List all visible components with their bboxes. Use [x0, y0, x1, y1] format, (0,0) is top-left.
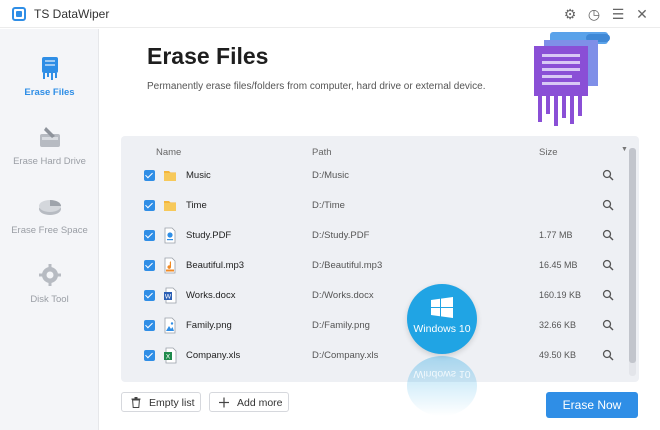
erase-free-space-icon: [39, 200, 61, 215]
plus-icon: [219, 397, 229, 408]
file-size: 32.66 KB: [539, 320, 577, 330]
svg-text:X: X: [166, 353, 171, 361]
image-file-icon: [164, 317, 176, 334]
file-checkbox[interactable]: [144, 290, 155, 301]
file-path: D:/Time: [312, 200, 345, 211]
file-row[interactable]: Music D:/Music: [121, 161, 631, 191]
windows-10-badge: Windows 10: [407, 284, 477, 354]
page-subtitle: Permanently erase files/folders from com…: [147, 81, 486, 92]
file-path: D:/Family.png: [312, 320, 370, 331]
search-icon[interactable]: [602, 289, 614, 301]
file-list-panel: Name Path Size ▼ Music D:/Music Time D:/…: [121, 136, 639, 382]
file-checkbox[interactable]: [144, 200, 155, 211]
search-icon[interactable]: [602, 199, 614, 211]
file-path: D:/Study.PDF: [312, 230, 370, 241]
sidebar-item-label: Erase Files: [24, 87, 75, 98]
badge-text: Windows 10: [413, 323, 471, 335]
search-icon[interactable]: [602, 259, 614, 271]
app-title: TS DataWiper: [34, 7, 110, 21]
file-path: D:/Music: [312, 170, 349, 181]
disk-tool-icon: [39, 264, 61, 286]
search-icon[interactable]: [602, 169, 614, 181]
file-size: 16.45 MB: [539, 260, 578, 270]
sidebar-item-disk-tool[interactable]: Disk Tool: [0, 254, 99, 318]
file-row[interactable]: Study.PDF D:/Study.PDF 1.77 MB: [121, 221, 631, 251]
file-checkbox[interactable]: [144, 320, 155, 331]
windows-logo-icon: [431, 297, 453, 318]
search-icon[interactable]: [602, 229, 614, 241]
sidebar-item-label: Erase Hard Drive: [13, 156, 86, 167]
file-size: 1.77 MB: [539, 230, 573, 240]
file-name: Time: [186, 200, 207, 211]
sidebar-item-erase-free-space[interactable]: Erase Free Space: [0, 185, 99, 249]
sidebar-item-label: Disk Tool: [30, 294, 69, 305]
trash-icon: [131, 397, 141, 408]
file-checkbox[interactable]: [144, 350, 155, 361]
erase-now-button[interactable]: Erase Now: [546, 392, 638, 418]
scrollbar[interactable]: [629, 148, 636, 376]
sort-arrow-icon[interactable]: ▼: [621, 146, 628, 153]
title-bar: TS DataWiper ⚙ ◷ ☰ ✕: [0, 0, 660, 28]
column-header-name[interactable]: Name: [156, 147, 181, 158]
audio-file-icon: [164, 257, 176, 274]
window-controls: ⚙ ◷ ☰ ✕: [560, 4, 652, 24]
search-icon[interactable]: [602, 349, 614, 361]
column-header-path[interactable]: Path: [312, 147, 332, 158]
file-path: D:/Company.xls: [312, 350, 379, 361]
erase-files-icon: [42, 57, 58, 80]
empty-list-label: Empty list: [149, 397, 195, 409]
app-logo-icon: [12, 7, 26, 21]
erase-drive-icon: [40, 127, 60, 147]
add-more-button[interactable]: Add more: [209, 392, 289, 412]
word-file-icon: W: [164, 287, 177, 304]
file-name: Company.xls: [186, 350, 241, 361]
badge-reflection-text: Windows 10: [413, 368, 471, 380]
history-icon[interactable]: ◷: [584, 4, 604, 24]
file-row[interactable]: X Company.xls D:/Company.xls 49.50 KB: [121, 341, 631, 371]
pdf-file-icon: [164, 227, 176, 244]
sidebar-item-label: Erase Free Space: [11, 225, 88, 236]
file-row[interactable]: W Works.docx D:/Works.docx 160.19 KB: [121, 281, 631, 311]
file-name: Family.png: [186, 320, 232, 331]
sidebar: Erase Files Erase Hard Drive Erase Free …: [0, 29, 99, 430]
folder-icon: [164, 201, 176, 211]
add-more-label: Add more: [237, 397, 283, 409]
file-size: 160.19 KB: [539, 290, 582, 300]
file-row[interactable]: Time D:/Time: [121, 191, 631, 221]
file-checkbox[interactable]: [144, 170, 155, 181]
file-path: D:/Beautiful.mp3: [312, 260, 383, 271]
svg-text:W: W: [165, 293, 172, 301]
file-checkbox[interactable]: [144, 230, 155, 241]
search-icon[interactable]: [602, 319, 614, 331]
file-checkbox[interactable]: [144, 260, 155, 271]
sidebar-item-erase-files[interactable]: Erase Files: [0, 47, 99, 111]
excel-file-icon: X: [164, 347, 177, 364]
menu-icon[interactable]: ☰: [608, 4, 628, 24]
file-name: Beautiful.mp3: [186, 260, 245, 271]
file-name: Study.PDF: [186, 230, 232, 241]
file-name: Music: [186, 170, 211, 181]
page-title: Erase Files: [147, 43, 269, 69]
file-name: Works.docx: [186, 290, 236, 301]
column-header-size[interactable]: Size: [539, 147, 557, 158]
file-row[interactable]: Family.png D:/Family.png 32.66 KB: [121, 311, 631, 341]
badge-reflection: Windows 10: [407, 356, 477, 416]
shredder-illustration-icon: [534, 32, 610, 126]
folder-icon: [164, 171, 176, 181]
scrollbar-thumb[interactable]: [629, 148, 636, 363]
sidebar-item-erase-hard-drive[interactable]: Erase Hard Drive: [0, 116, 99, 180]
file-size: 49.50 KB: [539, 350, 577, 360]
settings-icon[interactable]: ⚙: [560, 4, 580, 24]
empty-list-button[interactable]: Empty list: [121, 392, 201, 412]
close-icon[interactable]: ✕: [632, 4, 652, 24]
file-path: D:/Works.docx: [312, 290, 374, 301]
file-row[interactable]: Beautiful.mp3 D:/Beautiful.mp3 16.45 MB: [121, 251, 631, 281]
